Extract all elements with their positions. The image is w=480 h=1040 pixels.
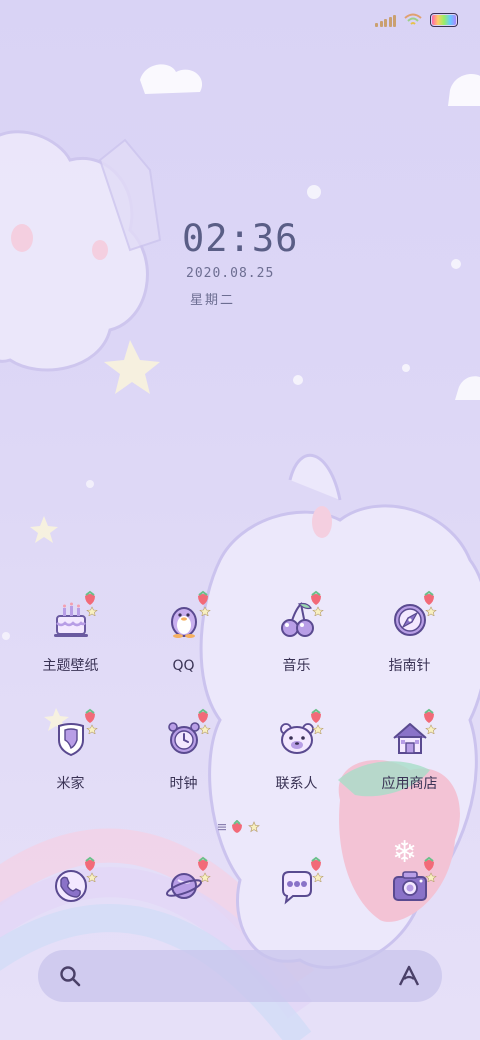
app-label: 应用商店 [381, 776, 438, 792]
strawberry-icon [232, 820, 242, 833]
app-mi-home[interactable]: 米家 [14, 708, 127, 794]
strawberry-star-icon [197, 856, 211, 882]
strawberry-star-icon [423, 856, 437, 882]
strawberry-star-icon [84, 856, 98, 882]
app-label: 音乐 [282, 658, 311, 674]
assistant-icon[interactable] [396, 964, 422, 988]
app-label: 联系人 [275, 776, 318, 792]
app-compass[interactable]: 指南针 [353, 590, 466, 676]
cellular-signal-icon [375, 14, 396, 27]
strawberry-star-icon [423, 590, 437, 616]
app-contacts[interactable]: 联系人 [240, 708, 353, 794]
battery-icon [430, 13, 458, 27]
strawberry-star-icon [310, 708, 324, 734]
app-label: 主题壁纸 [42, 658, 99, 674]
app-label: 米家 [56, 776, 85, 792]
strawberry-star-icon [84, 708, 98, 734]
strawberry-star-icon [197, 708, 211, 734]
page-indicator[interactable] [218, 820, 260, 834]
app-music[interactable]: 音乐 [240, 590, 353, 676]
strawberry-star-icon [197, 590, 211, 616]
app-grid: 主题壁纸 QQ 音乐 指南针 米家 时钟 联系人 应用商店 [14, 590, 466, 794]
dock [14, 856, 466, 916]
strawberry-star-icon [423, 708, 437, 734]
strawberry-star-icon [310, 590, 324, 616]
strawberry-star-icon [84, 590, 98, 616]
dock-phone[interactable] [14, 856, 127, 916]
app-label: 指南针 [388, 658, 431, 674]
dock-camera[interactable] [353, 856, 466, 916]
app-theme-wallpaper[interactable]: 主题壁纸 [14, 590, 127, 676]
clock-weekday: 星期二 [190, 293, 236, 308]
status-bar [375, 10, 458, 30]
star-icon [248, 821, 260, 833]
clock-time: 02:36 [182, 217, 299, 260]
app-store[interactable]: 应用商店 [353, 708, 466, 794]
search-icon[interactable] [58, 964, 82, 988]
clock-date: 2020.08.25 [186, 266, 275, 281]
dock-browser[interactable] [127, 856, 240, 916]
app-qq[interactable]: QQ [127, 590, 240, 676]
search-bar[interactable] [38, 950, 442, 1002]
menu-lines-icon [218, 824, 226, 831]
app-label: QQ [172, 658, 195, 674]
strawberry-star-icon [310, 856, 324, 882]
app-clock[interactable]: 时钟 [127, 708, 240, 794]
wifi-icon [404, 13, 422, 25]
dock-messages[interactable] [240, 856, 353, 916]
app-label: 时钟 [169, 776, 198, 792]
clock-widget[interactable]: 02:36 2020.08.25 星期二 [182, 217, 322, 309]
